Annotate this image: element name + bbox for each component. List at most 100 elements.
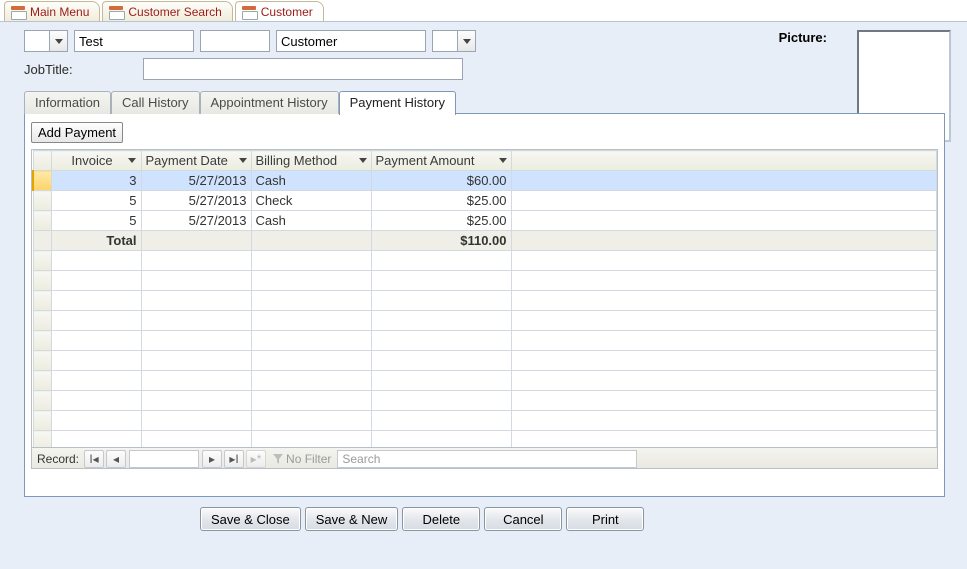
empty-row bbox=[33, 411, 937, 431]
cancel-button[interactable]: Cancel bbox=[484, 507, 562, 531]
col-payment-date[interactable]: Payment Date bbox=[141, 151, 251, 171]
row-selector bbox=[33, 291, 51, 311]
tab-information[interactable]: Information bbox=[24, 91, 111, 114]
select-all-corner[interactable] bbox=[33, 151, 51, 171]
cell-payment-date[interactable]: 5/27/2013 bbox=[141, 171, 251, 191]
col-invoice[interactable]: Invoice bbox=[51, 151, 141, 171]
empty-row bbox=[33, 271, 937, 291]
table-row[interactable]: 55/27/2013Cash$25.00 bbox=[33, 211, 937, 231]
title-combo[interactable] bbox=[24, 30, 68, 52]
save-close-button[interactable]: Save & Close bbox=[200, 507, 301, 531]
column-menu-button[interactable] bbox=[359, 158, 367, 163]
objtab-customer-search[interactable]: Customer Search bbox=[102, 1, 232, 21]
empty-row bbox=[33, 391, 937, 411]
cell-blank bbox=[141, 231, 251, 251]
total-label: Total bbox=[51, 231, 141, 251]
empty-row bbox=[33, 351, 937, 371]
empty-row bbox=[33, 331, 937, 351]
delete-button[interactable]: Delete bbox=[402, 507, 480, 531]
inner-tabs: Information Call History Appointment His… bbox=[24, 90, 945, 114]
empty-row bbox=[33, 251, 937, 271]
cell-payment-date[interactable]: 5/27/2013 bbox=[141, 191, 251, 211]
record-navigator: Record: I◂ ◂ ▸ ▸I ▸* No Filter Search bbox=[31, 447, 938, 469]
column-menu-button[interactable] bbox=[128, 158, 136, 163]
nav-first-button[interactable]: I◂ bbox=[84, 450, 104, 468]
chevron-down-icon bbox=[499, 158, 507, 163]
recnav-label: Record: bbox=[33, 452, 83, 466]
empty-row bbox=[33, 311, 937, 331]
column-menu-button[interactable] bbox=[499, 158, 507, 163]
cell-payment-date[interactable]: 5/27/2013 bbox=[141, 211, 251, 231]
nav-prev-button[interactable]: ◂ bbox=[106, 450, 126, 468]
suffix-combo[interactable] bbox=[432, 30, 476, 52]
col-extra bbox=[511, 151, 937, 171]
add-payment-button[interactable]: Add Payment bbox=[31, 122, 123, 143]
cell-invoice[interactable]: 3 bbox=[51, 171, 141, 191]
cell-payment-amount[interactable]: $60.00 bbox=[371, 171, 511, 191]
table-row[interactable]: 55/27/2013Check$25.00 bbox=[33, 191, 937, 211]
chevron-down-icon bbox=[239, 158, 247, 163]
tab-appointment-history[interactable]: Appointment History bbox=[200, 91, 339, 114]
col-label: Billing Method bbox=[256, 153, 338, 168]
picture-label: Picture: bbox=[779, 30, 827, 45]
row-selector bbox=[33, 231, 51, 251]
chevron-down-icon bbox=[463, 39, 471, 44]
empty-row bbox=[33, 291, 937, 311]
no-filter-indicator[interactable]: No Filter bbox=[273, 452, 331, 466]
dropdown-button[interactable] bbox=[457, 31, 475, 51]
tab-call-history[interactable]: Call History bbox=[111, 91, 199, 114]
col-label: Payment Date bbox=[146, 153, 228, 168]
col-billing-method[interactable]: Billing Method bbox=[251, 151, 371, 171]
cell-blank bbox=[251, 231, 371, 251]
suffix-field[interactable] bbox=[433, 31, 457, 51]
print-button[interactable]: Print bbox=[566, 507, 644, 531]
recnav-search[interactable]: Search bbox=[337, 450, 637, 468]
row-selector bbox=[33, 391, 51, 411]
column-menu-button[interactable] bbox=[239, 158, 247, 163]
cell-billing-method[interactable]: Cash bbox=[251, 211, 371, 231]
row-selector[interactable] bbox=[33, 211, 51, 231]
objtab-main-menu[interactable]: Main Menu bbox=[4, 1, 100, 21]
jobtitle-label: JobTitle: bbox=[24, 62, 73, 77]
row-selector bbox=[33, 271, 51, 291]
nav-counter[interactable] bbox=[129, 450, 199, 468]
chevron-down-icon bbox=[359, 158, 367, 163]
total-row: Total $110.00 bbox=[33, 231, 937, 251]
tab-payment-history[interactable]: Payment History bbox=[339, 91, 456, 115]
objtab-customer[interactable]: Customer bbox=[235, 1, 324, 21]
col-payment-amount[interactable]: Payment Amount bbox=[371, 151, 511, 171]
customer-header: JobTitle: Picture: Information Call Hist… bbox=[0, 22, 967, 535]
cell-payment-amount[interactable]: $25.00 bbox=[371, 211, 511, 231]
row-selector bbox=[33, 251, 51, 271]
row-selector[interactable] bbox=[33, 171, 51, 191]
action-buttons: Save & Close Save & New Delete Cancel Pr… bbox=[200, 507, 957, 531]
objtab-label: Customer bbox=[261, 5, 313, 19]
cell-billing-method[interactable]: Cash bbox=[251, 171, 371, 191]
objtab-label: Main Menu bbox=[30, 5, 89, 19]
cell-invoice[interactable]: 5 bbox=[51, 211, 141, 231]
nav-new-button[interactable]: ▸* bbox=[246, 450, 266, 468]
total-amount: $110.00 bbox=[371, 231, 511, 251]
form-icon bbox=[109, 6, 123, 18]
cell-payment-amount[interactable]: $25.00 bbox=[371, 191, 511, 211]
empty-row bbox=[33, 371, 937, 391]
filter-icon bbox=[273, 454, 283, 464]
nav-last-button[interactable]: ▸I bbox=[224, 450, 244, 468]
save-new-button[interactable]: Save & New bbox=[305, 507, 399, 531]
cell-blank bbox=[511, 191, 937, 211]
row-selector bbox=[33, 371, 51, 391]
dropdown-button[interactable] bbox=[49, 31, 67, 51]
row-selector[interactable] bbox=[33, 191, 51, 211]
jobtitle-field[interactable] bbox=[143, 58, 463, 80]
table-row[interactable]: 35/27/2013Cash$60.00 bbox=[33, 171, 937, 191]
cell-billing-method[interactable]: Check bbox=[251, 191, 371, 211]
cell-blank bbox=[511, 171, 937, 191]
cell-invoice[interactable]: 5 bbox=[51, 191, 141, 211]
first-name-field[interactable] bbox=[74, 30, 194, 52]
middle-name-field[interactable] bbox=[200, 30, 270, 52]
nav-next-button[interactable]: ▸ bbox=[202, 450, 222, 468]
last-name-field[interactable] bbox=[276, 30, 426, 52]
title-field[interactable] bbox=[25, 31, 49, 51]
row-selector bbox=[33, 311, 51, 331]
form-icon bbox=[242, 6, 256, 18]
